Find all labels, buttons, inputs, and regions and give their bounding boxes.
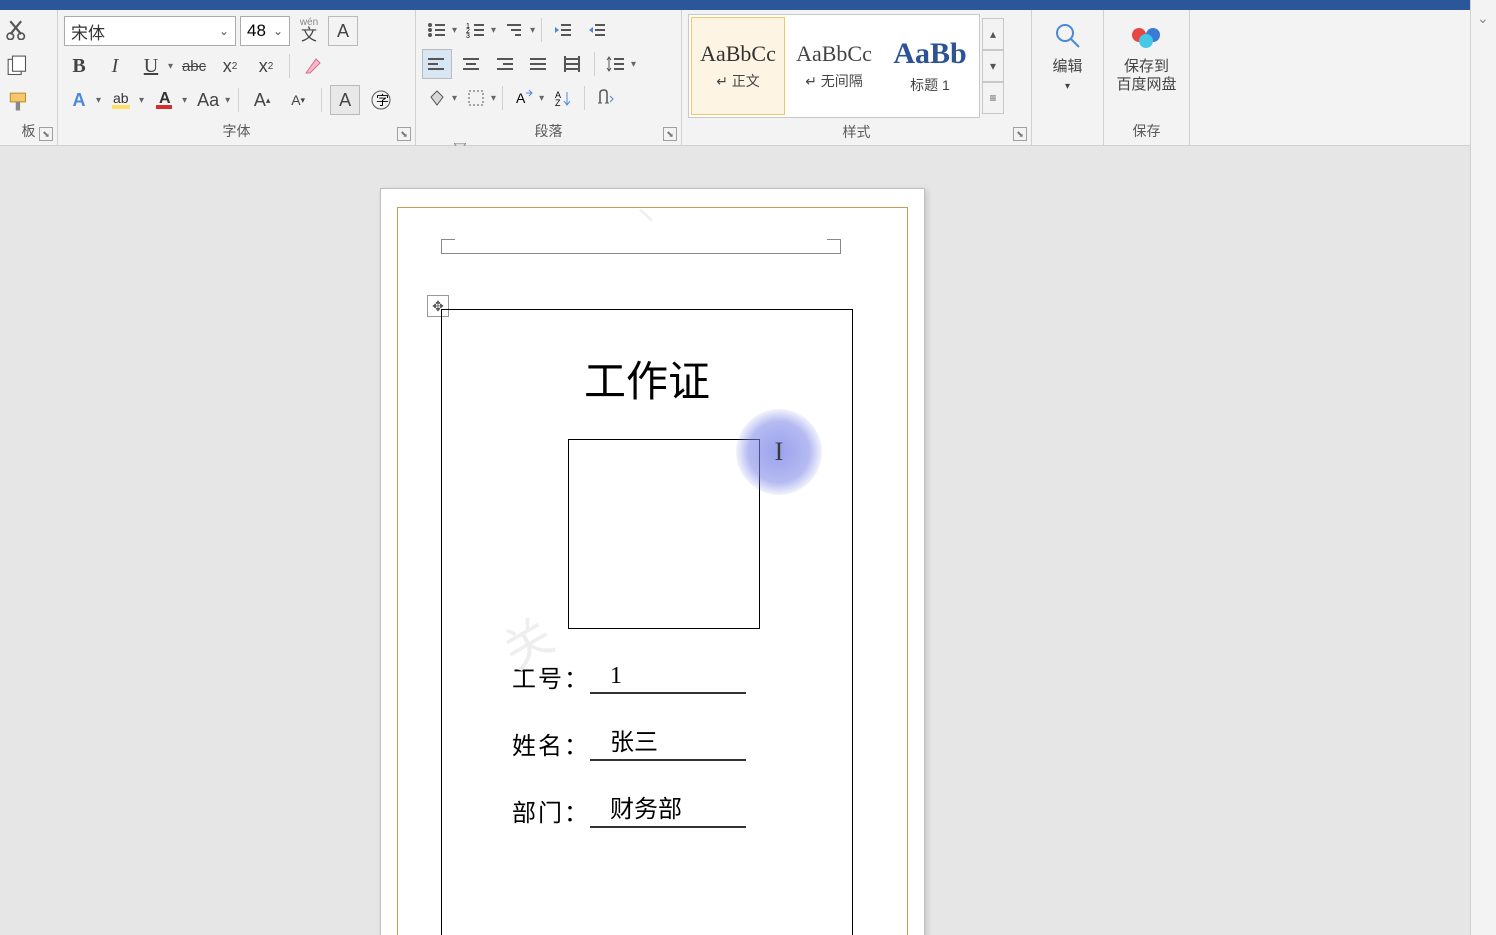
group-clipboard: 板 ⬊ bbox=[0, 10, 58, 145]
highlight-button[interactable]: ab bbox=[107, 85, 137, 115]
clear-formatting-icon[interactable] bbox=[298, 51, 328, 81]
phonetic-guide-button[interactable]: wén 文 bbox=[294, 16, 324, 46]
header-region bbox=[441, 239, 841, 257]
field-label: 部门： bbox=[512, 793, 590, 828]
cut-icon[interactable] bbox=[6, 19, 32, 41]
cursor-highlight: I bbox=[736, 409, 822, 495]
group-paragraph: ▾ 123▾ ▾ ▾ ▾ ▾ bbox=[416, 10, 682, 145]
style-normal[interactable]: AaBbCc ↵ 正文 bbox=[691, 17, 785, 115]
svg-text:A: A bbox=[516, 90, 526, 106]
grow-font-button[interactable]: A▴ bbox=[247, 85, 277, 115]
style-gallery-scroll: ▴ ▾ ≡ bbox=[982, 18, 1004, 114]
multilevel-list-button[interactable] bbox=[500, 15, 530, 45]
align-right-button[interactable] bbox=[490, 49, 520, 79]
underline-button[interactable]: U bbox=[136, 51, 166, 81]
baidu-save-button[interactable]: 保存到百度网盘 bbox=[1110, 14, 1182, 98]
field-label: 姓名： bbox=[512, 726, 590, 761]
title-bar bbox=[0, 0, 1496, 10]
style-group-label: 样式 bbox=[682, 122, 1031, 146]
increase-indent-button[interactable] bbox=[582, 15, 612, 45]
align-center-button[interactable] bbox=[456, 49, 486, 79]
decrease-indent-button[interactable] bbox=[548, 15, 578, 45]
field-value[interactable]: 财务部 bbox=[590, 789, 746, 828]
italic-button[interactable]: I bbox=[100, 51, 130, 81]
char-shading-button[interactable]: A bbox=[330, 85, 360, 115]
style-scroll-up-icon[interactable]: ▴ bbox=[982, 18, 1004, 50]
style-launcher-icon[interactable]: ⬊ bbox=[1013, 127, 1027, 141]
borders-button[interactable] bbox=[461, 83, 491, 113]
watermark-text: 丶 bbox=[631, 193, 661, 237]
numbering-button[interactable]: 123 bbox=[461, 15, 491, 45]
strikethrough-button[interactable]: abc bbox=[179, 51, 209, 81]
font-group-label: 字体 bbox=[58, 121, 415, 145]
shrink-font-button[interactable]: A▾ bbox=[283, 85, 313, 115]
line-spacing-button[interactable] bbox=[601, 49, 631, 79]
clipboard-launcher-icon[interactable]: ⬊ bbox=[39, 127, 53, 141]
chevron-down-icon: ⌄ bbox=[219, 24, 229, 38]
ribbon: 板 ⬊ 宋体 ⌄ 48 ⌄ wén 文 bbox=[0, 10, 1496, 146]
align-distribute-button[interactable] bbox=[558, 49, 588, 79]
char-border-button[interactable]: A bbox=[328, 16, 358, 46]
group-baidu: 保存到百度网盘 保存 bbox=[1104, 10, 1190, 145]
enclose-char-button[interactable]: 字 bbox=[366, 85, 396, 115]
card-title: 工作证 bbox=[466, 348, 828, 409]
copy-icon[interactable] bbox=[6, 55, 32, 77]
style-nospacing[interactable]: AaBbCc ↵ 无间隔 bbox=[787, 17, 881, 115]
style-gallery: AaBbCc ↵ 正文 AaBbCc ↵ 无间隔 AaBb 标题 1 bbox=[688, 14, 980, 118]
paragraph-launcher-icon[interactable]: ⬊ bbox=[663, 127, 677, 141]
work-card[interactable]: 工作证 关 工号： 1 姓名： 张三 部门： 财务部 bbox=[441, 309, 853, 935]
font-size-value: 48 bbox=[247, 21, 266, 41]
baidu-cloud-icon bbox=[1128, 18, 1164, 54]
subscript-button[interactable]: x2 bbox=[215, 51, 245, 81]
style-expand-icon[interactable]: ≡ bbox=[982, 82, 1004, 114]
field-value[interactable]: 张三 bbox=[590, 722, 746, 761]
right-pane-strip: ⌄ bbox=[1470, 0, 1496, 935]
text-effects-button[interactable]: A bbox=[64, 85, 94, 115]
bullets-button[interactable] bbox=[422, 15, 452, 45]
char-scale-button[interactable]: A bbox=[509, 83, 539, 113]
bold-button[interactable]: B bbox=[64, 51, 94, 81]
font-name-value: 宋体 bbox=[71, 19, 105, 44]
chevron-down-icon: ⌄ bbox=[273, 24, 283, 38]
font-size-combo[interactable]: 48 ⌄ bbox=[240, 16, 290, 46]
photo-placeholder[interactable] bbox=[568, 439, 760, 629]
field-value[interactable]: 1 bbox=[590, 663, 746, 694]
field-label: 工号： bbox=[512, 659, 590, 694]
text-cursor-icon: I bbox=[775, 437, 784, 467]
change-case-button[interactable]: Aa bbox=[193, 85, 223, 115]
align-left-button[interactable] bbox=[422, 49, 452, 79]
superscript-button[interactable]: x2 bbox=[251, 51, 281, 81]
align-justify-button[interactable] bbox=[524, 49, 554, 79]
chevron-down-icon[interactable]: ⌄ bbox=[1477, 10, 1489, 27]
svg-text:字: 字 bbox=[376, 93, 389, 108]
paragraph-group-label: 段落 bbox=[416, 121, 681, 145]
style-heading1[interactable]: AaBb 标题 1 bbox=[883, 17, 977, 115]
sort-button[interactable]: AZ bbox=[548, 83, 578, 113]
document-area: ✥ 丶 工作证 关 工号： 1 姓名： 张三 部门： 财务部 I ▴ bbox=[0, 146, 1496, 935]
font-color-button[interactable]: A bbox=[150, 85, 180, 115]
search-icon bbox=[1050, 18, 1086, 54]
font-launcher-icon[interactable]: ⬊ bbox=[397, 127, 411, 141]
svg-text:A: A bbox=[159, 90, 171, 107]
shading-button[interactable] bbox=[422, 83, 452, 113]
field-row-id: 工号： 1 bbox=[512, 659, 828, 694]
svg-text:3: 3 bbox=[466, 33, 470, 39]
page[interactable]: ✥ 丶 工作证 关 工号： 1 姓名： 张三 部门： 财务部 I bbox=[380, 188, 925, 935]
edit-button[interactable]: 编辑▾ bbox=[1044, 14, 1092, 98]
field-row-dept: 部门： 财务部 bbox=[512, 789, 828, 828]
show-marks-button[interactable] bbox=[591, 83, 621, 113]
style-scroll-down-icon[interactable]: ▾ bbox=[982, 50, 1004, 82]
field-row-name: 姓名： 张三 bbox=[512, 722, 828, 761]
baidu-group-label: 保存 bbox=[1104, 121, 1189, 145]
svg-text:ab: ab bbox=[113, 90, 129, 106]
svg-text:Z: Z bbox=[555, 98, 561, 107]
group-editing: 编辑▾ bbox=[1032, 10, 1104, 145]
group-styles: AaBbCc ↵ 正文 AaBbCc ↵ 无间隔 AaBb 标题 1 ▴ ▾ ≡… bbox=[682, 10, 1032, 145]
font-name-combo[interactable]: 宋体 ⌄ bbox=[64, 16, 236, 46]
group-font: 宋体 ⌄ 48 ⌄ wén 文 A B bbox=[58, 10, 416, 145]
format-painter-icon[interactable] bbox=[6, 91, 32, 113]
